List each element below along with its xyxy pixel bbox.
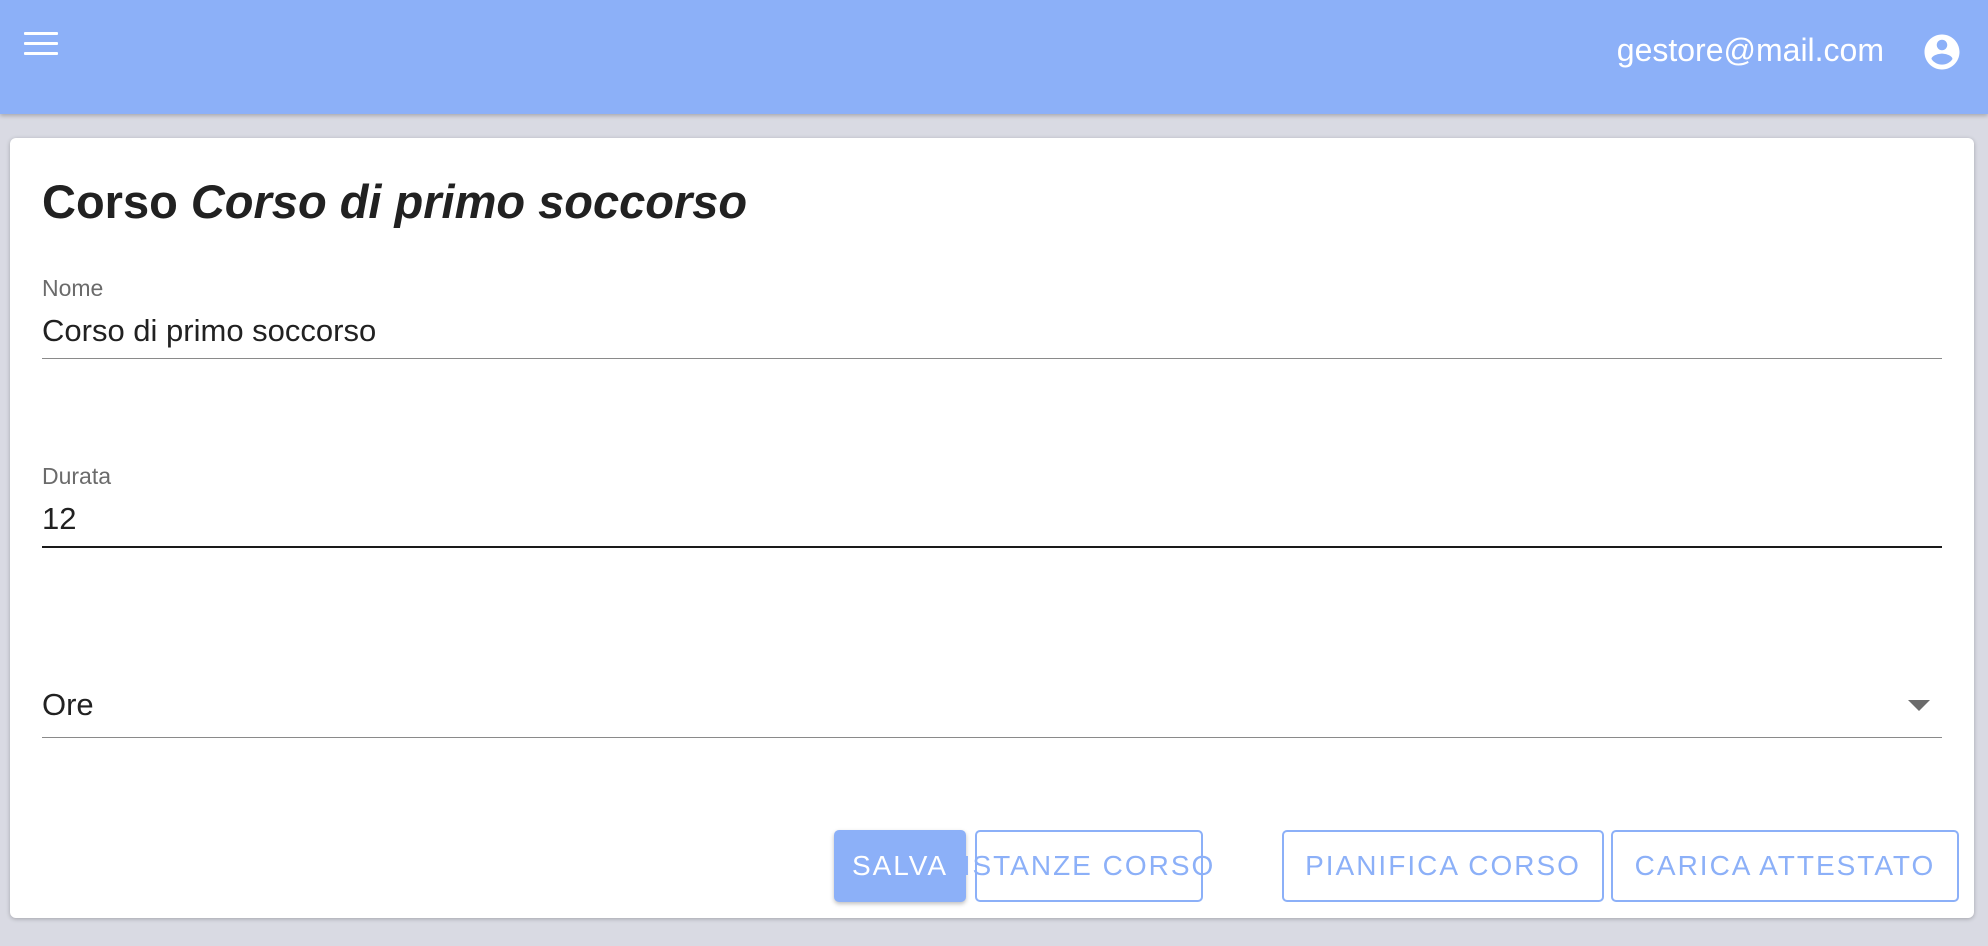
durata-field: Durata [42,462,1942,552]
course-card: Corso Corso di primo soccorso Nome Durat… [10,138,1974,918]
menu-line [24,42,58,45]
nome-input[interactable] [42,308,1942,354]
account-circle-icon[interactable] [1910,20,1974,84]
unita-underline [42,737,1942,738]
carica-attestato-button[interactable]: Carica attestato [1611,830,1959,902]
menu-line [24,52,58,55]
user-email: gestore@mail.com [1616,32,1884,68]
account-circle-icon-svg [1924,34,1960,70]
unita-selected-value: Ore [42,687,94,722]
page-title-course-name: Corso di primo soccorso [190,175,748,228]
page-title-prefix: Corso [42,175,178,228]
durata-underline [42,546,1942,548]
durata-label: Durata [42,463,112,489]
nome-label: Nome [42,275,104,301]
app-bar: gestore@mail.com [0,0,1988,114]
istanze-corso-button[interactable]: Istanze corso [963,830,1213,902]
menu-line [24,32,58,35]
nome-field: Nome [42,274,1942,364]
nome-underline [42,358,1942,359]
hamburger-menu-icon[interactable] [16,22,66,66]
salva-button[interactable]: Salva [834,830,966,902]
unita-select[interactable]: Ore [42,682,1942,738]
dropdown-arrow-icon [1908,700,1930,711]
durata-input[interactable] [42,496,1942,542]
page-title: Corso Corso di primo soccorso [42,174,747,230]
pianifica-corso-button[interactable]: Pianifica corso [1282,830,1604,902]
